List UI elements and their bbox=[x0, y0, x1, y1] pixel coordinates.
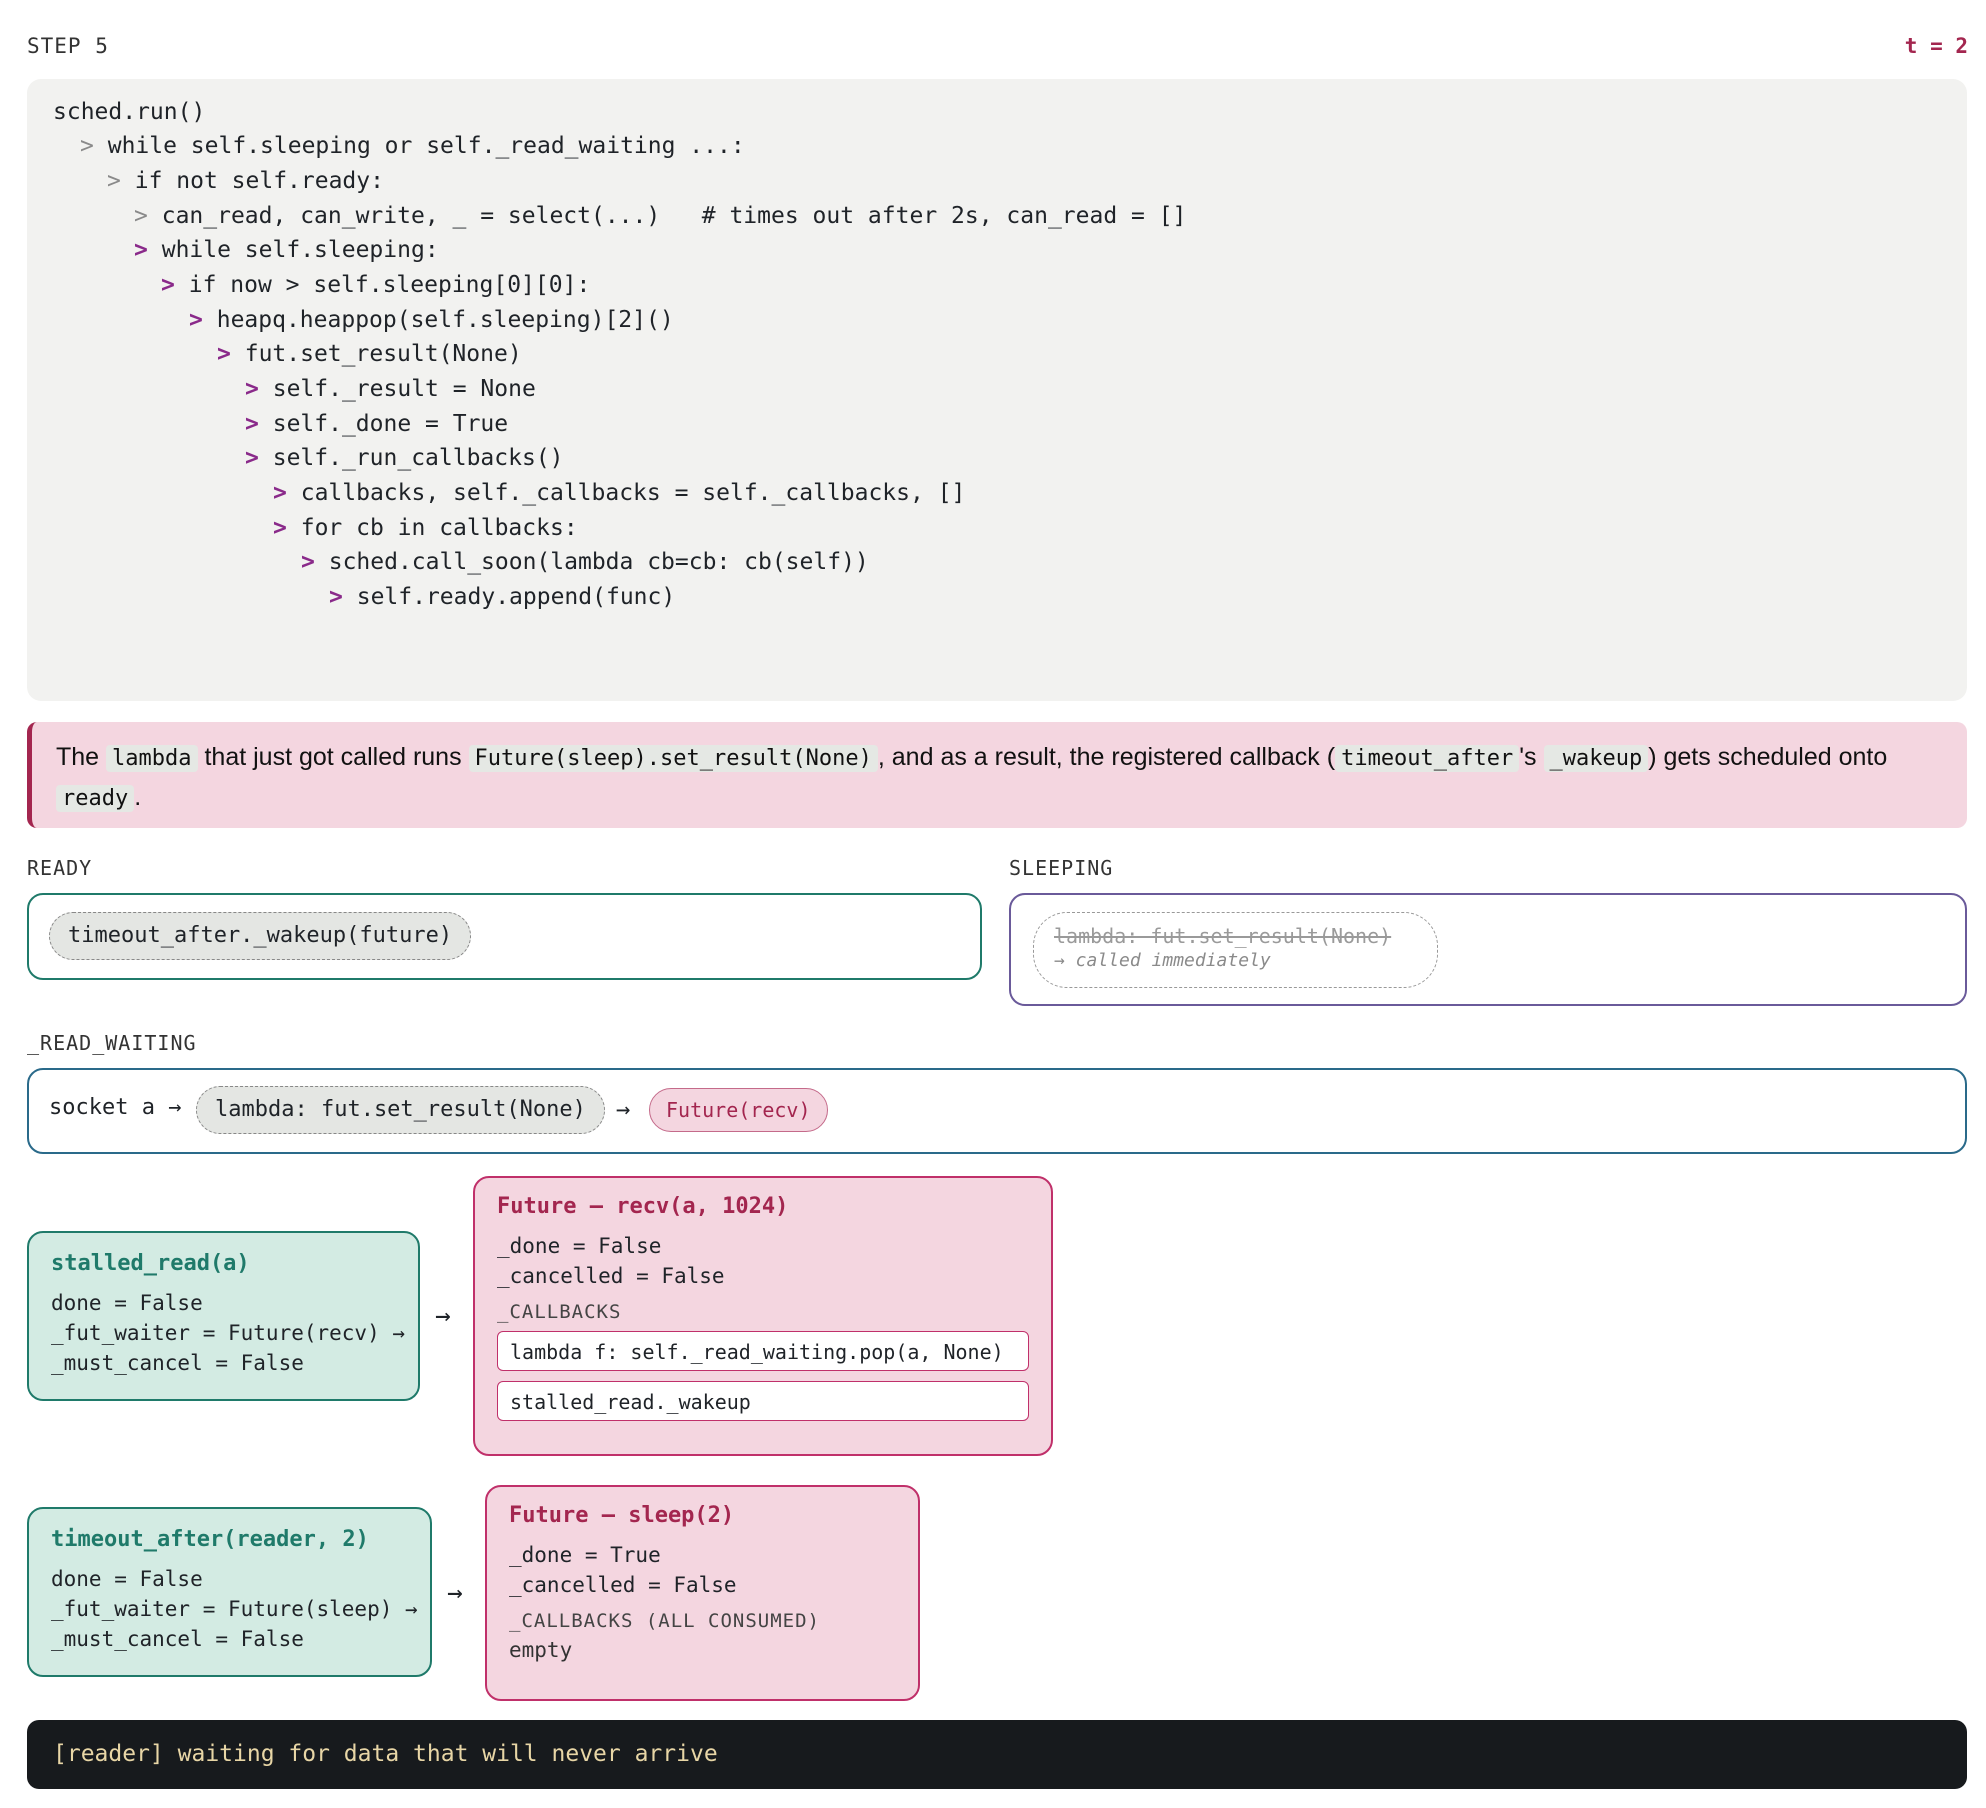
sleeping-item-text: lambda: fut.set_result(None) bbox=[1054, 924, 1392, 948]
task-field: done = False bbox=[51, 1291, 203, 1315]
code-line: > can_read, can_write, _ = select(...) #… bbox=[134, 203, 1187, 229]
ready-item: timeout_after._wakeup(future) bbox=[49, 912, 472, 960]
task-field: _must_cancel = False bbox=[51, 1351, 304, 1375]
trace-arrow: > bbox=[217, 341, 231, 367]
task-field: done = False bbox=[51, 1567, 203, 1591]
code-trace-panel: sched.run() > while self.sleeping or sel… bbox=[27, 79, 1967, 701]
code-line: > self._run_callbacks() bbox=[245, 445, 564, 471]
code-line: > if now > self.sleeping[0][0]: bbox=[161, 272, 591, 298]
task-stalled-read: stalled_read(a) done = False _fut_waiter… bbox=[27, 1231, 420, 1401]
callbacks-label: _CALLBACKS bbox=[497, 1301, 622, 1323]
trace-arrow: > bbox=[273, 515, 287, 541]
sleeping-item-note: → called immediately bbox=[1054, 950, 1271, 971]
callbacks-label: _CALLBACKS (ALL CONSUMED) bbox=[509, 1610, 820, 1632]
code-line: sched.run() bbox=[53, 99, 206, 125]
code-line: > while self.sleeping or self._read_wait… bbox=[80, 133, 745, 159]
task-timeout-after: timeout_after(reader, 2) done = False _f… bbox=[27, 1507, 432, 1677]
trace-arrow: > bbox=[245, 411, 259, 437]
sleeping-queue: lambda: fut.set_result(None) → called im… bbox=[1009, 893, 1967, 1006]
code-line: > for cb in callbacks: bbox=[273, 515, 578, 541]
read-waiting-label: _READ_WAITING bbox=[27, 1031, 197, 1055]
sleeping-item-consumed: lambda: fut.set_result(None) → called im… bbox=[1033, 912, 1438, 988]
callbacks-empty: empty bbox=[509, 1638, 573, 1662]
ready-label: READY bbox=[27, 856, 93, 880]
code-line: > self._done = True bbox=[245, 411, 509, 437]
inline-code: Future(sleep).set_result(None) bbox=[468, 745, 878, 772]
future-field: _cancelled = False bbox=[509, 1573, 737, 1597]
trace-arrow: > bbox=[273, 480, 287, 506]
task-field: _must_cancel = False bbox=[51, 1627, 304, 1651]
callback-item: stalled_read._wakeup bbox=[497, 1381, 1029, 1421]
time-label: t = 2 bbox=[1904, 34, 1968, 58]
trace-arrow: > bbox=[189, 307, 203, 333]
future-field: _cancelled = False bbox=[497, 1264, 725, 1288]
trace-arrow: > bbox=[329, 584, 343, 610]
code-line: > heapq.heappop(self.sleeping)[2]() bbox=[189, 307, 674, 333]
future-recv-badge: Future(recv) bbox=[649, 1088, 828, 1132]
trace-arrow: > bbox=[80, 133, 94, 159]
trace-arrow: > bbox=[161, 272, 175, 298]
trace-arrow: > bbox=[301, 549, 315, 575]
read-waiting-callback: lambda: fut.set_result(None) bbox=[196, 1086, 605, 1134]
trace-arrow: > bbox=[134, 237, 148, 263]
inline-code: ready bbox=[56, 785, 135, 812]
inline-code: _wakeup bbox=[1543, 745, 1649, 772]
code-line: > fut.set_result(None) bbox=[217, 341, 522, 367]
task-title: timeout_after(reader, 2) bbox=[51, 1527, 369, 1552]
future-recv: Future — recv(a, 1024) _done = False _ca… bbox=[473, 1176, 1053, 1456]
explanation-callout: The lambda that just got called runs Fut… bbox=[27, 722, 1967, 828]
code-line: > sched.call_soon(lambda cb=cb: cb(self)… bbox=[301, 549, 869, 575]
future-field: _done = False bbox=[497, 1234, 662, 1258]
arrow-icon: → bbox=[616, 1095, 631, 1123]
trace-arrow: > bbox=[245, 376, 259, 402]
terminal-output: [reader] waiting for data that will neve… bbox=[27, 1720, 1967, 1789]
read-waiting-map: socket a → lambda: fut.set_result(None) … bbox=[27, 1068, 1967, 1154]
future-title: Future — recv(a, 1024) bbox=[497, 1194, 789, 1219]
future-sleep: Future — sleep(2) _done = True _cancelle… bbox=[485, 1485, 920, 1701]
code-line: > while self.sleeping: bbox=[134, 237, 439, 263]
trace-arrow: > bbox=[134, 203, 148, 229]
trace-arrow: > bbox=[107, 168, 121, 194]
task-title: stalled_read(a) bbox=[51, 1251, 250, 1276]
task-field: _fut_waiter = Future(sleep) → bbox=[51, 1597, 418, 1621]
arrow-icon: → bbox=[447, 1578, 463, 1608]
future-title: Future — sleep(2) bbox=[509, 1503, 735, 1528]
code-line: > if not self.ready: bbox=[107, 168, 384, 194]
arrow-icon: → bbox=[435, 1301, 451, 1331]
code-line: > self.ready.append(func) bbox=[329, 584, 676, 610]
task-field: _fut_waiter = Future(recv) → bbox=[51, 1321, 406, 1345]
code-line: > callbacks, self._callbacks = self._cal… bbox=[273, 480, 966, 506]
sleeping-label: SLEEPING bbox=[1009, 856, 1114, 880]
ready-queue: timeout_after._wakeup(future) bbox=[27, 893, 982, 980]
trace-arrow: > bbox=[245, 445, 259, 471]
step-label: STEP 5 bbox=[27, 34, 109, 58]
socket-key: socket a → bbox=[49, 1095, 182, 1120]
callback-item: lambda f: self._read_waiting.pop(a, None… bbox=[497, 1331, 1029, 1371]
inline-code: timeout_after bbox=[1335, 745, 1520, 772]
inline-code: lambda bbox=[106, 745, 198, 772]
future-field: _done = True bbox=[509, 1543, 661, 1567]
code-line: > self._result = None bbox=[245, 376, 536, 402]
